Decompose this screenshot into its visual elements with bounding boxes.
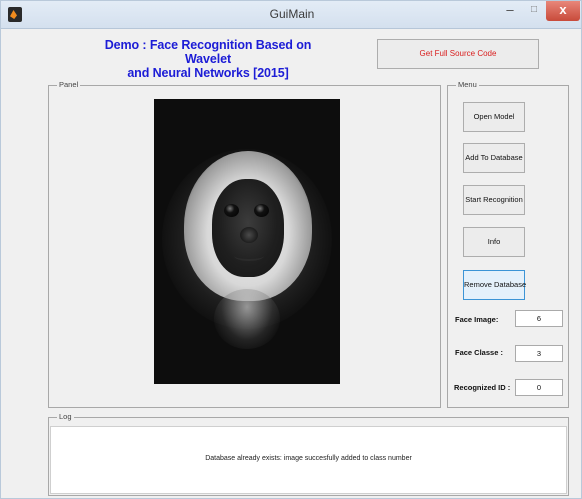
page-title: Demo : Face Recognition Based on Wavelet… bbox=[93, 38, 323, 80]
face-classe-field[interactable]: 3 bbox=[515, 345, 563, 362]
info-button[interactable]: Info bbox=[463, 227, 525, 257]
add-to-database-button[interactable]: Add To Database bbox=[463, 143, 525, 173]
recognized-id-label: Recognized ID : bbox=[454, 383, 511, 392]
maximize-button[interactable]: □ bbox=[522, 1, 546, 21]
log-output[interactable]: Database already exists: image succesful… bbox=[50, 426, 567, 494]
title-bar[interactable]: GuiMain – □ x bbox=[1, 1, 581, 29]
start-recognition-button[interactable]: Start Recognition bbox=[463, 185, 525, 215]
open-model-button[interactable]: Open Model bbox=[463, 102, 525, 132]
face-image-field[interactable]: 6 bbox=[515, 310, 563, 327]
log-panel: Log Database already exists: image succe… bbox=[48, 412, 569, 496]
log-label: Log bbox=[57, 412, 74, 422]
minimize-button[interactable]: – bbox=[498, 1, 522, 21]
left-eye bbox=[224, 204, 239, 217]
face-classe-label: Face Classe : bbox=[455, 348, 503, 357]
mouth bbox=[234, 251, 264, 261]
page-title-line2: and Neural Networks [2015] bbox=[127, 66, 289, 80]
face-image bbox=[154, 99, 340, 384]
page-title-line1: Demo : Face Recognition Based on Wavelet bbox=[104, 38, 312, 66]
nose bbox=[240, 227, 258, 243]
get-source-code-button[interactable]: Get Full Source Code bbox=[377, 39, 539, 69]
window-title: GuiMain bbox=[269, 7, 315, 21]
guimain-window: GuiMain – □ x Demo : Face Recognition Ba… bbox=[0, 0, 582, 499]
right-eye bbox=[254, 204, 269, 217]
panel-label: Panel bbox=[57, 80, 81, 90]
log-message: Database already exists: image succesful… bbox=[205, 455, 412, 462]
menu-label: Menu bbox=[456, 80, 479, 90]
remove-database-button[interactable]: Remove Database bbox=[463, 270, 526, 300]
menu-panel: Menu Open Model Add To Database Start Re… bbox=[447, 80, 569, 408]
face-image-label: Face Image: bbox=[455, 315, 499, 324]
recognized-id-field[interactable]: 0 bbox=[515, 379, 563, 396]
image-panel: Panel bbox=[48, 80, 441, 408]
chin-fur bbox=[214, 289, 280, 349]
close-button[interactable]: x bbox=[546, 1, 580, 21]
